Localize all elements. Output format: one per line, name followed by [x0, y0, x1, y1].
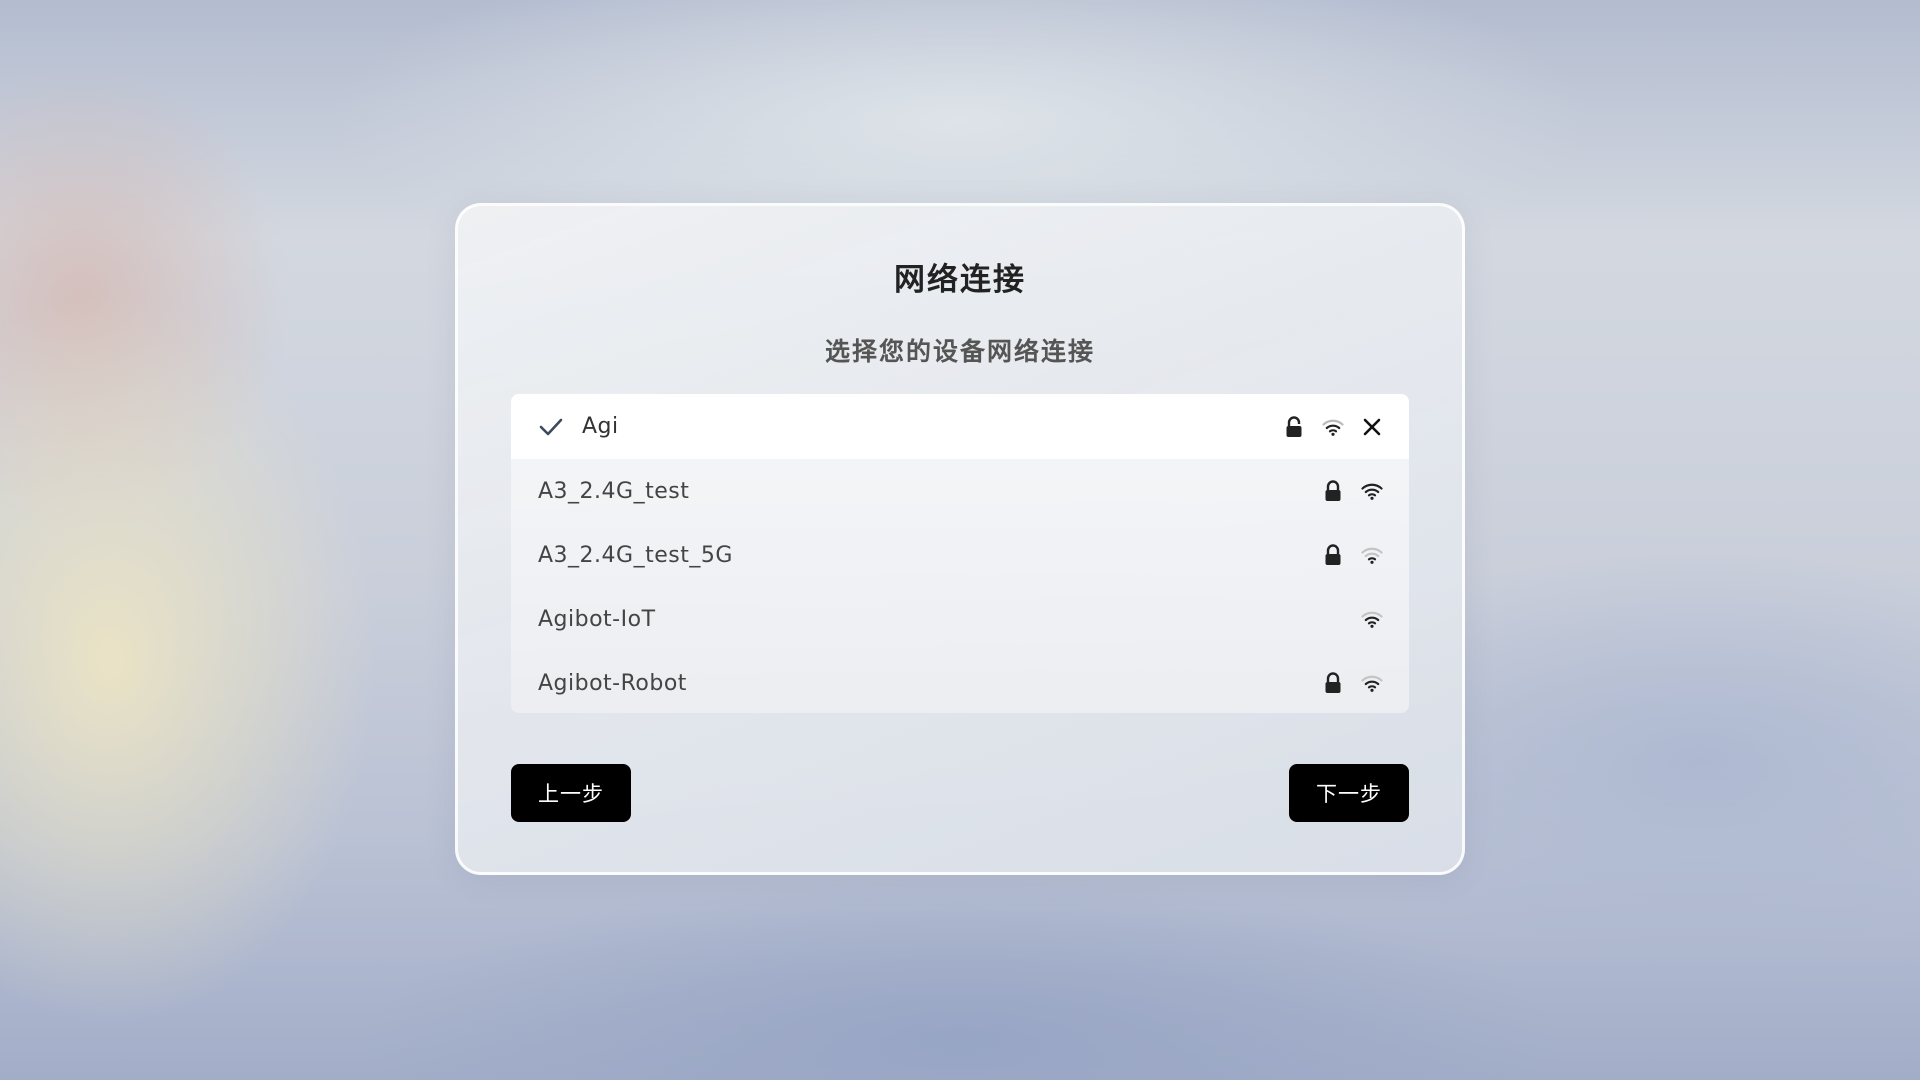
next-step-button[interactable]: 下一步: [1289, 764, 1409, 822]
lock-icon: [1283, 415, 1305, 438]
wifi-icon: [1361, 480, 1383, 502]
network-item-agi[interactable]: Agi: [511, 394, 1409, 459]
check-icon: [538, 414, 564, 440]
network-item-agibot-iot[interactable]: Agibot-IoT: [511, 587, 1409, 651]
wifi-icon: [1361, 608, 1383, 630]
network-name: A3_2.4G_test: [538, 478, 690, 504]
lock-icon: [1322, 672, 1344, 694]
network-name: A3_2.4G_test_5G: [538, 542, 733, 568]
network-name: Agi: [582, 414, 619, 439]
network-connection-dialog: 网络连接 选择您的设备网络连接 Agi A3_2.4G_test A3_2.4G…: [455, 203, 1465, 875]
dialog-title: 网络连接: [894, 262, 1026, 298]
network-item-agibot-robot[interactable]: Agibot-Robot: [511, 651, 1409, 713]
lock-icon: [1322, 480, 1344, 502]
network-item-a3-2-4g-test[interactable]: A3_2.4G_test: [511, 459, 1409, 523]
wifi-icon: [1361, 672, 1383, 694]
dialog-subtitle: 选择您的设备网络连接: [824, 337, 1095, 366]
wifi-icon: [1322, 416, 1344, 438]
previous-step-button[interactable]: 上一步: [511, 764, 631, 822]
wifi-icon: [1361, 544, 1383, 566]
close-icon[interactable]: [1361, 416, 1383, 438]
network-name: Agibot-Robot: [538, 670, 687, 696]
wifi-network-list: Agi A3_2.4G_test A3_2.4G_test_5G Agibot-…: [511, 394, 1409, 713]
network-name: Agibot-IoT: [538, 606, 656, 632]
network-item-a3-2-4g-test-5g[interactable]: A3_2.4G_test_5G: [511, 523, 1409, 587]
lock-icon: [1322, 544, 1344, 566]
